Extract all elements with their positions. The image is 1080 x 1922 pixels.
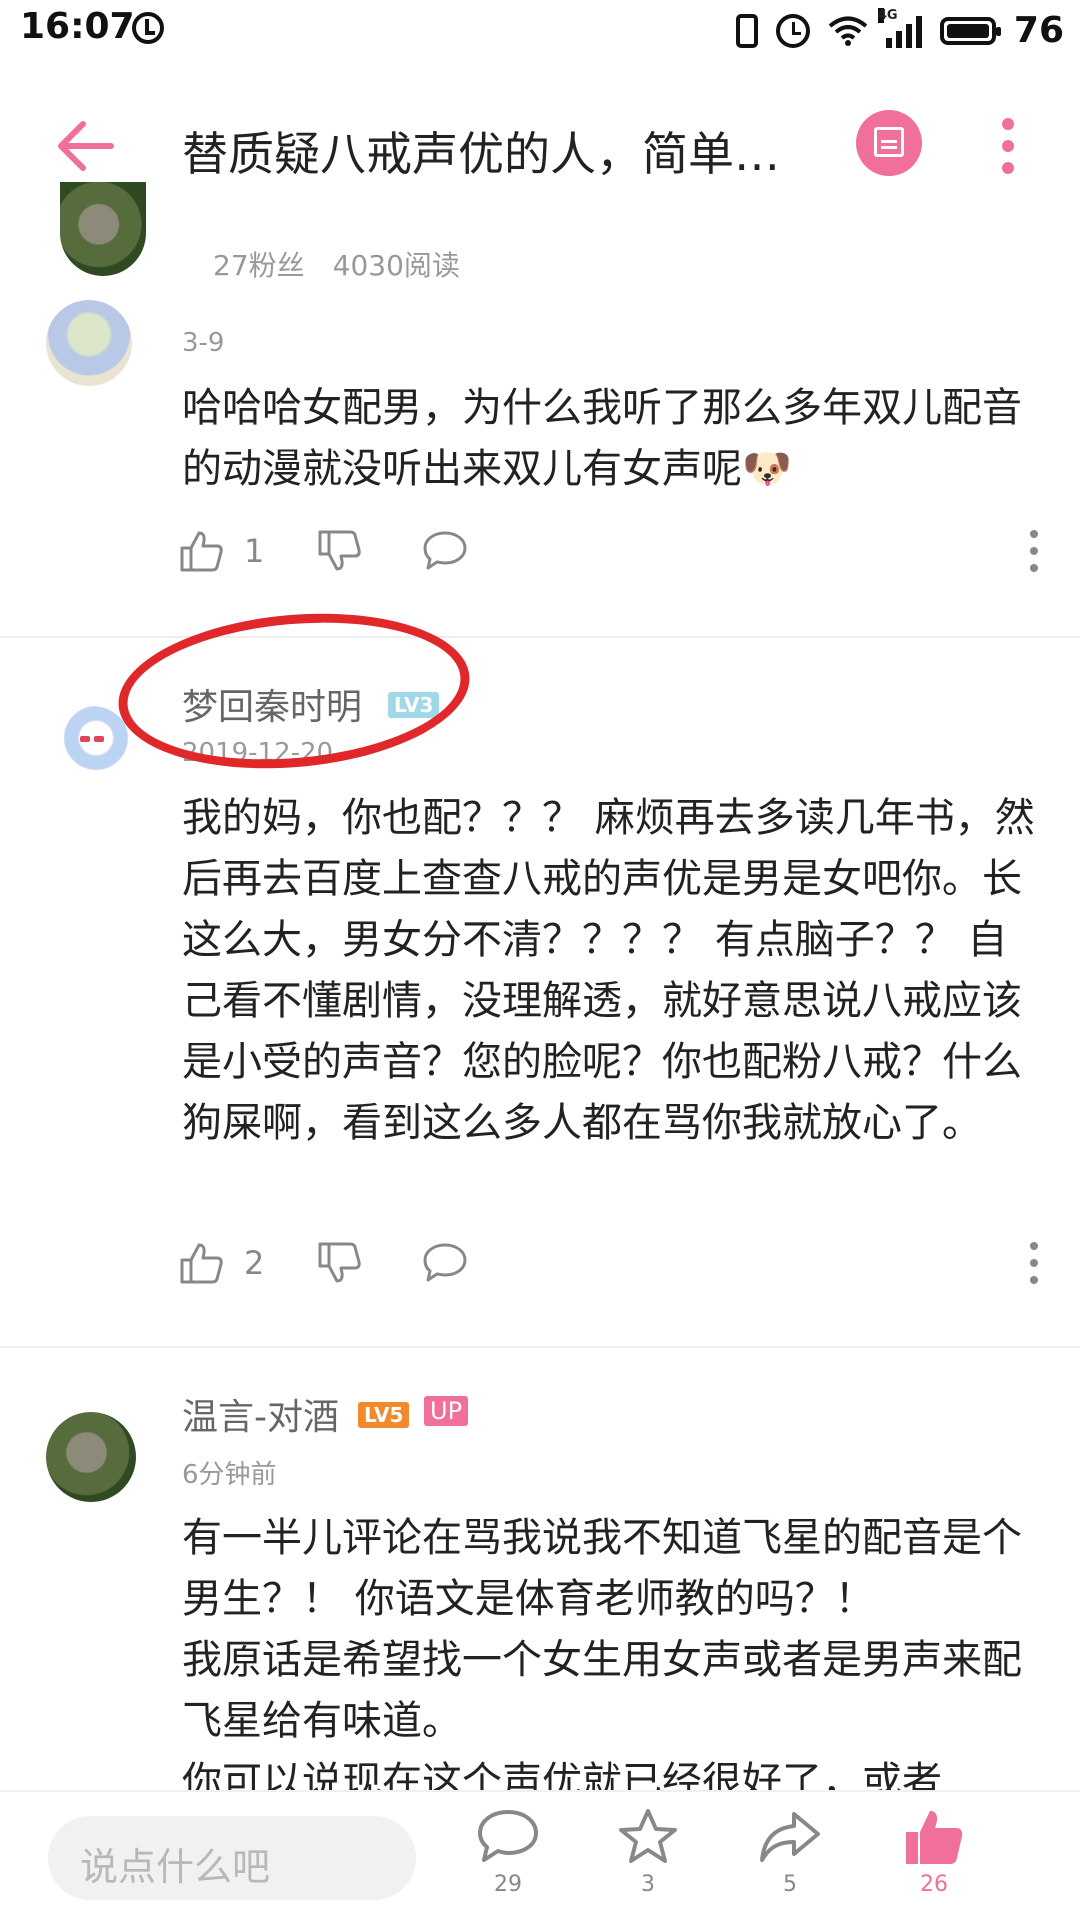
- commenter-name[interactable]: 温言-对酒: [182, 1388, 339, 1440]
- commenter-avatar[interactable]: [46, 300, 132, 386]
- dislike-button[interactable]: [318, 1238, 362, 1288]
- like-button[interactable]: 1: [180, 526, 264, 576]
- star-icon: [619, 1809, 677, 1863]
- like-count: 1: [244, 532, 265, 570]
- reply-button[interactable]: [422, 526, 468, 576]
- bottom-bar: 说点什么吧 29 3 5 26: [0, 1790, 1080, 1922]
- comments-count: 29: [494, 1872, 522, 1897]
- comment-actions: 2: [180, 1238, 1060, 1288]
- up-badge: UP: [424, 1396, 469, 1426]
- comment-more-icon[interactable]: [1030, 1242, 1038, 1293]
- signal-icon: 4G: [877, 7, 922, 48]
- thumbs-down-icon: [318, 530, 361, 571]
- comment-divider: [0, 636, 1080, 638]
- more-options-icon[interactable]: [1002, 118, 1014, 174]
- read-count: 4030阅读: [332, 249, 460, 282]
- fans-count: 27粉丝: [213, 249, 305, 282]
- share-arrow-icon: [760, 1812, 820, 1862]
- wifi-icon: [828, 16, 868, 46]
- comment-date: 6分钟前: [182, 1460, 277, 1490]
- comment-more-icon[interactable]: [1030, 530, 1038, 581]
- vibrate-icon: [735, 13, 758, 48]
- comment-text: 哈哈哈女配男，为什么我听了那么多年双儿配音的动漫就没听出来双儿有女声呢🐶: [182, 385, 1022, 492]
- likes-count: 26: [920, 1872, 948, 1897]
- comment-bubble-icon: [423, 1243, 467, 1282]
- thumbs-up-icon: [180, 1243, 223, 1284]
- back-arrow-icon[interactable]: [55, 118, 115, 174]
- network-type: 4G: [877, 7, 898, 23]
- status-time: 16:07: [20, 6, 135, 47]
- comment-actions: 1: [180, 526, 1060, 576]
- commenter-avatar[interactable]: [52, 706, 132, 786]
- comment-text: 我的妈，你也配？？？ 麻烦再去多读几年书，然后再去百度上查查八戒的声优是男是女吧…: [182, 795, 1035, 1146]
- like-article-button[interactable]: 26: [884, 1808, 984, 1897]
- favorites-count: 3: [641, 1872, 655, 1897]
- comment-input[interactable]: 说点什么吧: [48, 1816, 416, 1900]
- commenter-avatar[interactable]: [46, 1412, 136, 1502]
- page-title: 替质疑八戒声优的人，简单…: [182, 127, 780, 181]
- top-bar: 替质疑八戒声优的人，简单…: [0, 90, 1080, 200]
- level-badge: LV5: [358, 1402, 410, 1428]
- alarm-icon: [775, 13, 810, 48]
- image-mode-button[interactable]: [856, 110, 922, 176]
- author-avatar[interactable]: [60, 182, 146, 276]
- reply-button[interactable]: [422, 1238, 468, 1288]
- status-bar: 16:07 4G 76: [0, 0, 1080, 60]
- shares-count: 5: [783, 1872, 797, 1897]
- thumbs-up-icon: [180, 531, 223, 572]
- dislike-button[interactable]: [318, 526, 362, 576]
- comment-input-placeholder: 说点什么吧: [80, 1845, 271, 1889]
- comments-button[interactable]: 29: [458, 1808, 558, 1897]
- comment-date: 3-9: [182, 328, 225, 358]
- thumbs-down-icon: [318, 1242, 361, 1283]
- thumbs-up-filled-icon: [906, 1811, 963, 1864]
- like-count: 2: [244, 1244, 265, 1282]
- favorite-button[interactable]: 3: [598, 1808, 698, 1897]
- status-icons: 4G 76: [735, 7, 1064, 51]
- comment-divider: [0, 1346, 1080, 1348]
- sync-icon: [132, 12, 164, 44]
- like-button[interactable]: 2: [180, 1238, 264, 1288]
- author-stats: 27粉丝 4030阅读: [213, 244, 460, 284]
- comment-bubble-icon: [478, 1810, 538, 1862]
- battery-icon: [939, 16, 1001, 45]
- share-button[interactable]: 5: [740, 1808, 840, 1897]
- picture-icon: [874, 127, 904, 157]
- comment-bubble-icon: [423, 531, 467, 570]
- comment-text: 有一半儿评论在骂我说我不知道飞星的配音是个男生？！ 你语文是体育老师教的吗？！ …: [182, 1515, 1022, 1790]
- red-annotation-circle: [112, 599, 476, 783]
- battery-level: 76: [1013, 10, 1064, 51]
